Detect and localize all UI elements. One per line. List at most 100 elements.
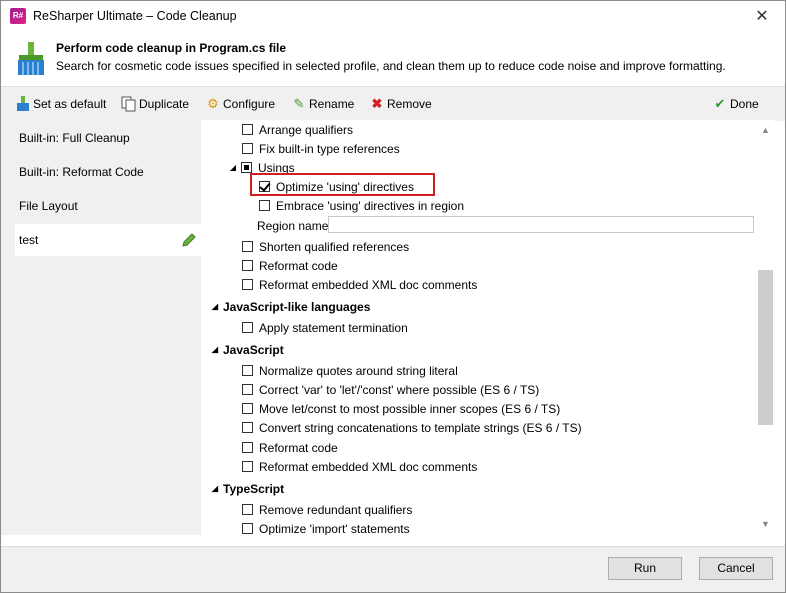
checkbox[interactable] [242,124,253,135]
profile-label: Built-in: Full Cleanup [19,131,130,145]
close-button[interactable]: ✕ [739,1,785,32]
option-row[interactable]: Optimize 'import' statements [242,519,410,535]
profile-item[interactable]: Built-in: Reformat Code [15,156,201,188]
region-name-label: Region name [257,218,329,233]
option-row[interactable]: Reformat code [242,438,338,457]
expand-triangle-icon[interactable]: ◢ [228,163,238,172]
option-label: Remove redundant qualifiers [259,502,413,517]
checkbox[interactable] [242,523,253,534]
duplicate-button[interactable]: Duplicate [121,95,189,113]
rename-label: Rename [309,97,355,111]
option-row[interactable]: Optimize 'using' directives [259,177,414,196]
region-name-input[interactable] [328,216,754,233]
option-label: Shorten qualified references [259,239,410,254]
done-button[interactable]: ✔ Done [712,95,759,113]
option-label: Embrace 'using' directives in region [276,198,465,213]
expand-triangle-icon[interactable]: ◢ [210,345,220,354]
option-label: Fix built-in type references [259,141,400,156]
checkbox[interactable] [242,384,253,395]
option-row[interactable]: Remove redundant qualifiers [242,500,412,519]
cancel-button[interactable]: Cancel [699,557,773,580]
expand-triangle-icon[interactable]: ◢ [210,484,220,493]
checkbox[interactable] [259,200,270,211]
code-cleanup-dialog: R# ReSharper Ultimate – Code Cleanup ✕ P… [0,0,786,593]
vertical-scrollbar[interactable]: ▲ ▼ [757,120,774,535]
scrollbar-thumb[interactable] [758,270,773,425]
window-title: ReSharper Ultimate – Code Cleanup [33,9,237,23]
option-label: Reformat embedded XML doc comments [259,459,478,474]
option-label: Optimize 'import' statements [259,521,410,536]
checkbox[interactable] [242,365,253,376]
option-label: Optimize 'using' directives [276,179,414,194]
option-label: Correct 'var' to 'let'/'const' where pos… [259,382,540,397]
header-description: Search for cosmetic code issues specifie… [56,59,726,73]
section-label: JavaScript-like languages [223,299,371,314]
profile-list: Built-in: Full Cleanup Built-in: Reforma… [1,120,201,535]
option-row[interactable]: Shorten qualified references [242,237,409,256]
checkbox[interactable] [242,442,253,453]
option-label: Reformat code [259,440,338,455]
delete-x-icon: ✖ [371,96,383,111]
checkbox-checked[interactable] [259,181,270,192]
option-label: Reformat embedded XML doc comments [259,277,478,292]
header-title: Perform code cleanup in Program.cs file [56,41,287,55]
section-header[interactable]: ◢ JavaScript-like languages [210,297,370,316]
set-as-default-label: Set as default [33,97,107,111]
checkbox[interactable] [242,260,253,271]
resharper-icon: R# [10,8,26,24]
rename-button[interactable]: ✎ Rename [291,95,355,113]
option-row[interactable]: Reformat embedded XML doc comments [242,457,477,476]
option-row[interactable]: Fix built-in type references [242,139,400,158]
pencil-icon: ✎ [293,96,305,111]
broom-icon [18,42,44,75]
profile-item[interactable]: Built-in: Full Cleanup [15,122,201,154]
checkbox[interactable] [242,241,253,252]
checkbox[interactable] [242,422,253,433]
option-row[interactable]: Arrange qualifiers [242,120,353,139]
checkbox[interactable] [242,143,253,154]
duplicate-icon [121,96,136,112]
configure-button[interactable]: ⚙ Configure [205,95,275,113]
gear-icon: ⚙ [207,96,219,111]
option-label: Normalize quotes around string literal [259,363,458,378]
section-header[interactable]: ◢ JavaScript [210,340,284,359]
option-label: Convert string concatenations to templat… [259,420,582,435]
title-bar: R# ReSharper Ultimate – Code Cleanup ✕ [1,1,785,32]
option-row[interactable]: Correct 'var' to 'let'/'const' where pos… [242,380,539,399]
option-row[interactable]: Reformat code [242,256,338,275]
checkbox[interactable] [242,403,253,414]
option-row[interactable]: Normalize quotes around string literal [242,361,458,380]
set-as-default-button[interactable]: Set as default [15,95,106,113]
option-row[interactable]: Apply statement termination [242,318,408,337]
profile-item[interactable]: File Layout [15,190,201,222]
profile-label: test [19,233,39,247]
checkmark-icon: ✔ [714,96,726,111]
section-label: JavaScript [223,342,284,357]
option-row[interactable]: Convert string concatenations to templat… [242,418,582,437]
option-label: Apply statement termination [259,320,408,335]
scroll-down-arrow-icon[interactable]: ▼ [757,516,774,533]
scroll-up-arrow-icon[interactable]: ▲ [757,122,774,139]
expand-triangle-icon[interactable]: ◢ [210,302,220,311]
option-row[interactable]: Move let/const to most possible inner sc… [242,399,560,418]
edit-pencil-icon[interactable] [181,232,197,248]
option-row[interactable]: Reformat embedded XML doc comments [242,275,477,294]
remove-label: Remove [387,97,432,111]
broom-small-icon [17,96,29,111]
checkbox[interactable] [242,279,253,290]
toolbar: Set as default Duplicate ⚙ Configure ✎ R… [1,86,785,121]
option-row[interactable]: Embrace 'using' directives in region [259,196,464,215]
checkbox[interactable] [242,461,253,472]
checkbox[interactable] [242,504,253,515]
cleanup-options-tree: Arrange qualifiers Fix built-in type ref… [202,120,757,535]
checkbox[interactable] [241,162,252,173]
option-label: Arrange qualifiers [259,122,354,137]
option-label: Move let/const to most possible inner sc… [259,401,561,416]
remove-button[interactable]: ✖ Remove [369,95,432,113]
profile-label: Built-in: Reformat Code [19,165,144,179]
run-button[interactable]: Run [608,557,682,580]
duplicate-label: Duplicate [139,97,190,111]
checkbox[interactable] [242,322,253,333]
section-header[interactable]: ◢ TypeScript [210,479,284,498]
profile-item-selected[interactable]: test [15,224,201,256]
